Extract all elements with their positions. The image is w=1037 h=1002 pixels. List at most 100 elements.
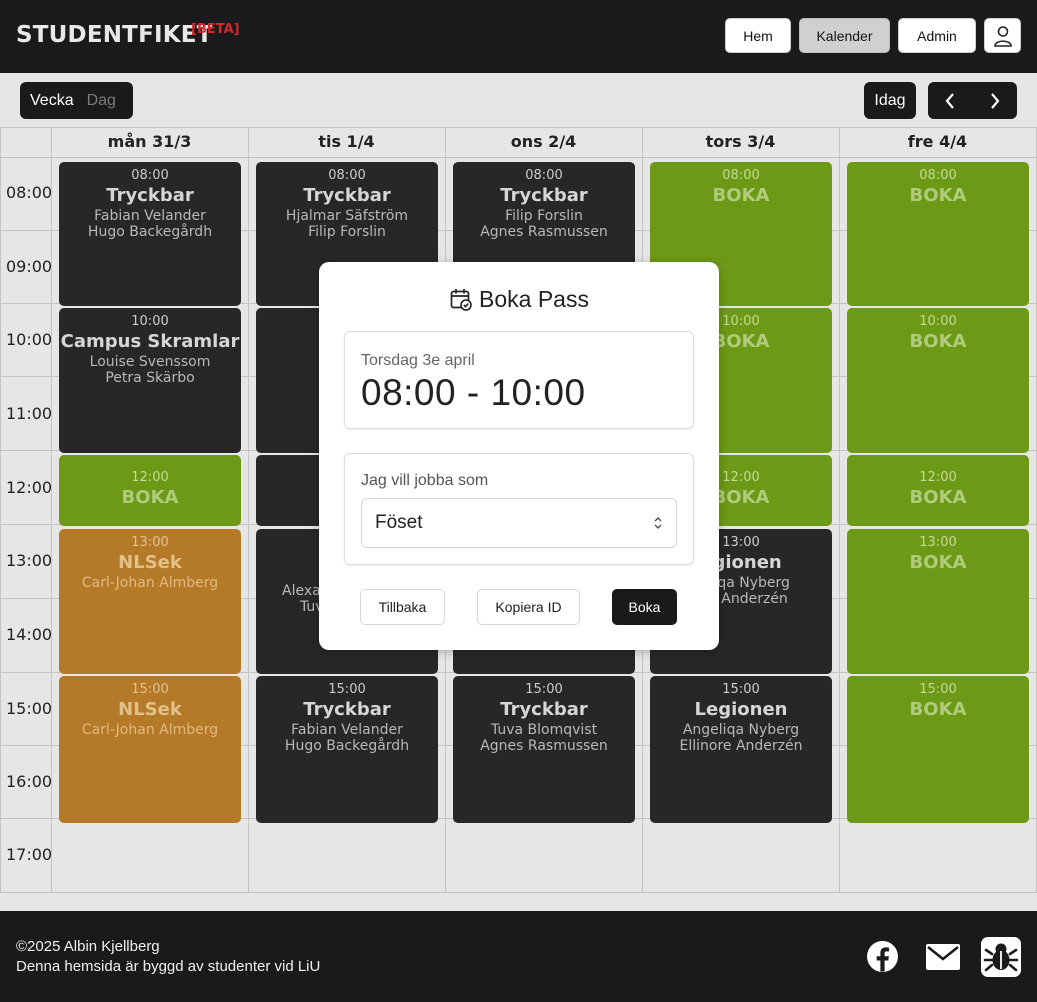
bug-report-button[interactable] xyxy=(981,937,1021,977)
shift-date: Torsdag 3e april xyxy=(361,352,475,369)
shift-person: Hugo Backegårdh xyxy=(284,738,410,754)
view-toggle: Vecka Dag xyxy=(20,82,133,119)
chevron-right-icon xyxy=(991,92,1000,109)
day-header-thu: tors 3/4 xyxy=(705,132,776,151)
calendar-check-icon xyxy=(450,289,472,311)
shift-time: 15:00 xyxy=(722,682,760,697)
shift-person: Louise Svenssom xyxy=(89,354,211,370)
chevron-left-icon xyxy=(945,92,954,109)
shift-card[interactable]: 15:00 Legionen Angeliqa Nyberg Ellinore … xyxy=(650,676,832,823)
hour-label: 17:00 xyxy=(6,845,53,864)
book-slot[interactable]: 10:00 BOKA xyxy=(847,308,1029,453)
shift-person: Agnes Rasmussen xyxy=(480,224,608,240)
book-slot[interactable]: 12:00 BOKA xyxy=(847,455,1029,526)
shift-time: 15:00 xyxy=(131,682,169,697)
shift-person: Hugo Backegårdh xyxy=(87,224,213,240)
shift-name: BOKA xyxy=(121,487,179,508)
shift-card[interactable]: 10:00 Campus Skramlar Louise Svenssom Pe… xyxy=(59,308,241,453)
shift-time: 08:00 xyxy=(328,168,366,183)
nav-admin-button[interactable]: Admin xyxy=(898,18,976,53)
hour-label: 14:00 xyxy=(6,625,53,644)
shift-name: BOKA xyxy=(909,552,967,573)
shift-name: Campus Skramlar xyxy=(60,331,240,352)
shift-card[interactable]: 13:00 NLSek Carl-Johan Almberg xyxy=(59,529,241,674)
copyright-text: ©2025 Albin Kjellberg xyxy=(16,938,160,955)
nav-hem-button[interactable]: Hem xyxy=(725,18,791,53)
book-slot[interactable]: 08:00 BOKA xyxy=(847,162,1029,306)
user-icon xyxy=(993,25,1012,47)
hour-label: 08:00 xyxy=(6,183,53,202)
next-week-button[interactable] xyxy=(973,82,1017,119)
shift-card[interactable]: 15:00 NLSek Carl-Johan Almberg xyxy=(59,676,241,823)
mail-icon[interactable] xyxy=(926,944,960,970)
beta-badge: [BETA] xyxy=(191,22,240,37)
shift-person: Ellinore Anderzén xyxy=(679,738,803,754)
shift-time: 08:00 xyxy=(525,168,563,183)
shift-time: 15:00 xyxy=(328,682,366,697)
shift-person: Agnes Rasmussen xyxy=(480,738,608,754)
shift-name: Legionen xyxy=(694,699,788,720)
shift-person: Carl-Johan Almberg xyxy=(81,575,219,591)
view-day-button[interactable]: Dag xyxy=(87,92,116,110)
day-header-wed: ons 2/4 xyxy=(510,132,577,151)
modal-title-text: Boka Pass xyxy=(479,286,589,312)
shift-time: 13:00 xyxy=(131,535,169,550)
book-slot[interactable]: 13:00 BOKA xyxy=(847,529,1029,674)
book-slot[interactable]: 12:00 BOKA xyxy=(59,455,241,526)
shift-card[interactable]: 08:00 Tryckbar Fabian Velander Hugo Back… xyxy=(59,162,241,306)
facebook-icon[interactable] xyxy=(866,940,899,973)
hour-label: 11:00 xyxy=(6,404,53,423)
modal-title: Boka Pass xyxy=(319,286,719,313)
shift-name: BOKA xyxy=(909,699,967,720)
day-header-tue: tis 1/4 xyxy=(318,132,375,151)
shift-time: 15:00 xyxy=(919,682,957,697)
shift-name: BOKA xyxy=(909,185,967,206)
shift-person: Filip Forslin xyxy=(308,224,386,240)
shift-time: 12:00 xyxy=(919,470,957,485)
shift-time: 15:00 xyxy=(525,682,563,697)
user-button[interactable] xyxy=(984,18,1021,53)
hour-label: 16:00 xyxy=(6,772,53,791)
bug-icon xyxy=(983,943,1019,972)
hour-label: 13:00 xyxy=(6,551,53,570)
hour-label: 10:00 xyxy=(6,330,53,349)
shift-person: Fabian Velander xyxy=(291,722,403,738)
footer-text: ©2025 Albin Kjellberg Denna hemsida är b… xyxy=(16,937,320,977)
shift-person: Fabian Velander xyxy=(94,208,206,224)
shift-time: 10:00 xyxy=(919,314,957,329)
shift-person: Filip Forslin xyxy=(505,208,583,224)
back-button[interactable]: Tillbaka xyxy=(360,589,445,625)
shift-time: 10:00 xyxy=(131,314,169,329)
hour-label: 09:00 xyxy=(6,257,53,276)
role-select[interactable]: Föset xyxy=(361,498,677,548)
prev-week-button[interactable] xyxy=(928,82,972,119)
shift-info-card: Torsdag 3e april 08:00 - 10:00 xyxy=(344,331,694,429)
shift-name: NLSek xyxy=(118,699,182,720)
shift-time: 08:00 xyxy=(919,168,957,183)
shift-name: BOKA xyxy=(909,487,967,508)
shift-card[interactable]: 15:00 Tryckbar Fabian Velander Hugo Back… xyxy=(256,676,438,823)
shift-card[interactable]: 15:00 Tryckbar Tuva Blomqvist Agnes Rasm… xyxy=(453,676,635,823)
hour-label: 12:00 xyxy=(6,478,53,497)
shift-name: NLSek xyxy=(118,552,182,573)
copy-id-button[interactable]: Kopiera ID xyxy=(477,589,580,625)
role-select-value: Föset xyxy=(375,512,423,533)
top-navbar: STUDENTFIKET [BETA] Hem Kalender Admin xyxy=(0,0,1037,73)
shift-name: Tryckbar xyxy=(500,699,588,720)
day-header-fri: fre 4/4 xyxy=(907,132,968,151)
shift-person: Hjalmar Säfström xyxy=(285,208,409,224)
shift-person: Petra Skärbo xyxy=(105,370,195,386)
book-slot[interactable]: 15:00 BOKA xyxy=(847,676,1029,823)
shift-time: 08:00 xyxy=(722,168,760,183)
shift-name: Tryckbar xyxy=(106,185,194,206)
shift-time: 08:00 xyxy=(131,168,169,183)
hour-label: 15:00 xyxy=(6,699,53,718)
brand-logo-text[interactable]: STUDENTFIKET xyxy=(16,22,213,48)
book-button[interactable]: Boka xyxy=(612,589,677,625)
shift-name: Tryckbar xyxy=(500,185,588,206)
shift-name: Tryckbar xyxy=(303,185,391,206)
today-button[interactable]: Idag xyxy=(864,82,916,119)
view-week-button[interactable]: Vecka xyxy=(30,92,74,110)
shift-name: Tryckbar xyxy=(303,699,391,720)
nav-kalender-button[interactable]: Kalender xyxy=(799,18,890,53)
